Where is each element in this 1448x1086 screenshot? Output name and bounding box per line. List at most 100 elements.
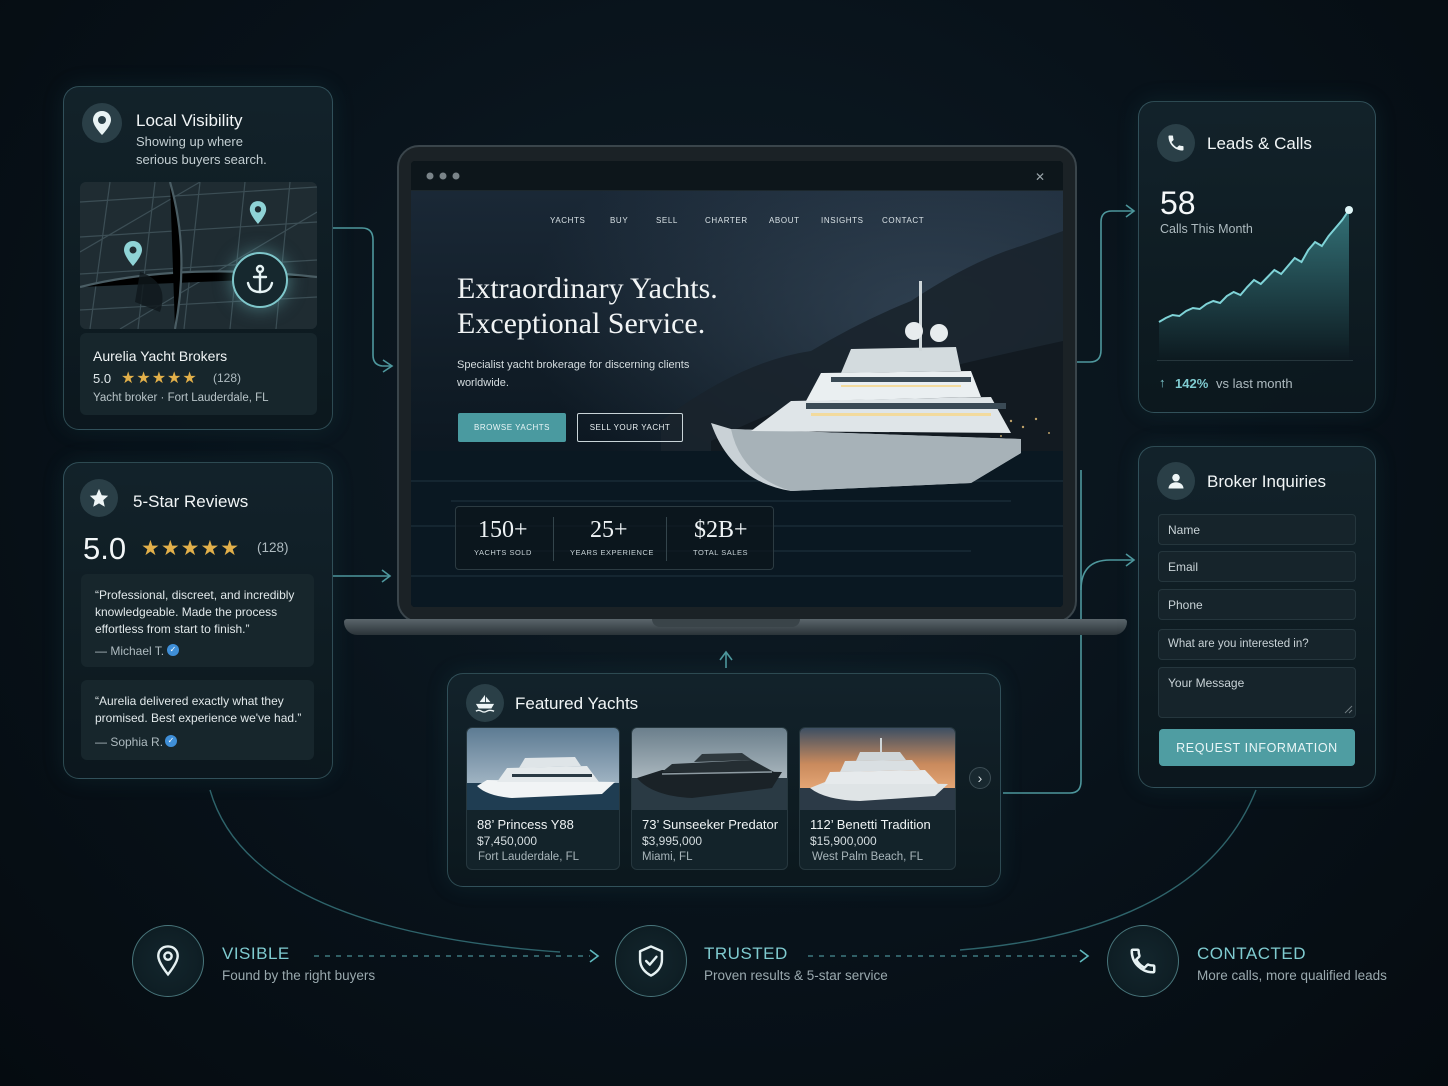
yacht-photo — [467, 728, 619, 810]
yacht-price: $15,900,000 — [810, 834, 877, 848]
yacht-listing[interactable]: 112’ Benetti Tradition $15,900,000 West … — [799, 727, 956, 870]
review-text-line: “Aurelia delivered exactly what they — [95, 694, 284, 708]
chevron-right-icon[interactable]: › — [969, 767, 991, 789]
yacht-location: West Palm Beach, FL — [812, 851, 923, 863]
stat-label: YACHTS SOLD — [474, 548, 532, 557]
browser-bar: ✕ — [411, 161, 1063, 191]
stat-label: YEARS EXPERIENCE — [570, 548, 654, 557]
business-rating: 5.0 — [93, 371, 112, 386]
chart-point — [1345, 206, 1353, 214]
business-name: Aurelia Yacht Brokers — [93, 348, 228, 364]
nav-about[interactable]: ABOUT — [769, 216, 800, 225]
local-visibility-title: Local Visibility — [136, 111, 243, 130]
nav-charter[interactable]: CHARTER — [705, 216, 748, 225]
review-text-line: effortless from start to finish.” — [95, 622, 250, 636]
close-icon[interactable]: ✕ — [1035, 170, 1045, 184]
request-information-button[interactable]: REQUEST INFORMATION — [1159, 729, 1355, 766]
interest-field[interactable]: What are you interested in? — [1158, 629, 1356, 660]
chart-area — [1159, 210, 1349, 360]
journey-subtitle: More calls, more qualified leads — [1197, 968, 1387, 983]
journey-title: VISIBLE — [222, 944, 290, 963]
leads-growth-label: vs last month — [1216, 376, 1293, 391]
journey-title: TRUSTED — [704, 944, 788, 963]
divider — [666, 517, 667, 561]
message-field[interactable]: Your Message — [1158, 667, 1356, 718]
yacht-location: Miami, FL — [642, 851, 693, 863]
yacht-listing[interactable]: 88’ Princess Y88 $7,450,000 Fort Lauderd… — [466, 727, 620, 870]
name-field[interactable]: Name — [1158, 514, 1356, 545]
reviews-title: 5-Star Reviews — [133, 492, 249, 511]
phone-field[interactable]: Phone — [1158, 589, 1356, 620]
nav-insights[interactable]: INSIGHTS — [821, 216, 864, 225]
resize-handle-icon[interactable] — [1344, 705, 1353, 714]
hero-headline-1: Extraordinary Yachts. — [457, 272, 718, 305]
nav-yachts[interactable]: YACHTS — [550, 216, 585, 225]
nav-sell[interactable]: SELL — [656, 216, 678, 225]
map-pin-icon — [82, 103, 122, 143]
verified-icon: ✓ — [165, 735, 177, 747]
user-icon — [1157, 462, 1195, 500]
reviews-card: 5-Star Reviews 5.0 ★★★★★ (128) “Professi… — [63, 462, 333, 779]
yacht-name: 73’ Sunseeker Predator — [642, 817, 779, 832]
reviews-rating: 5.0 — [83, 531, 127, 566]
stat-label: TOTAL SALES — [693, 548, 748, 557]
anchor-icon — [232, 252, 288, 308]
reviews-stars-icon: ★★★★★ — [141, 537, 241, 560]
yacht-photo — [800, 728, 955, 810]
local-visibility-subtitle-2: serious buyers search. — [136, 152, 267, 167]
featured-yachts-title: Featured Yachts — [515, 694, 639, 713]
browse-yachts-button[interactable]: BROWSE YACHTS — [458, 413, 566, 442]
hero-headline-2: Exceptional Service. — [457, 307, 706, 340]
journey-subtitle: Proven results & 5-star service — [704, 968, 888, 983]
map-pin-icon — [122, 240, 144, 268]
hero-sub-2: worldwide. — [457, 377, 509, 389]
inquiries-title: Broker Inquiries — [1207, 472, 1327, 491]
yacht-name: 112’ Benetti Tradition — [810, 817, 931, 832]
map-pin-icon — [132, 925, 204, 997]
business-category: Yacht broker · Fort Lauderdale, FL — [93, 392, 269, 404]
review-author: — Michael T. — [95, 644, 165, 658]
nav-contact[interactable]: CONTACT — [882, 216, 924, 225]
review-item: “Aurelia delivered exactly what they pro… — [81, 680, 314, 760]
window-dots-icon — [426, 172, 462, 180]
reviews-count: (128) — [257, 540, 289, 555]
verified-icon: ✓ — [167, 644, 179, 656]
nav-buy[interactable]: BUY — [610, 216, 628, 225]
yacht-location: Fort Lauderdale, FL — [478, 851, 580, 863]
phone-icon — [1157, 124, 1195, 162]
star-icon — [80, 479, 118, 517]
sell-your-yacht-button[interactable]: SELL YOUR YACHT — [577, 413, 683, 442]
journey-subtitle: Found by the right buyers — [222, 968, 376, 983]
yacht-photo — [632, 728, 787, 810]
leads-chart — [1158, 206, 1353, 360]
business-listing[interactable]: Aurelia Yacht Brokers 5.0 ★★★★★ (128) Ya… — [80, 333, 317, 415]
review-author: — Sophia R. — [95, 735, 164, 749]
phone-icon — [1107, 925, 1179, 997]
map-pin-icon — [248, 200, 268, 226]
ship-icon — [466, 684, 504, 722]
review-text-line: knowledgeable. Made the process — [95, 605, 278, 619]
star-rating-icon: ★★★★★ — [121, 370, 198, 387]
business-review-count: (128) — [213, 371, 242, 385]
hero-sub-1: Specialist yacht brokerage for discernin… — [457, 359, 690, 371]
shield-check-icon — [615, 925, 687, 997]
laptop-notch — [652, 619, 800, 627]
leads-growth: 142% — [1175, 376, 1209, 391]
review-item: “Professional, discreet, and incredibly … — [81, 574, 314, 667]
stat-value: 25+ — [590, 517, 628, 543]
yacht-name: 88’ Princess Y88 — [477, 817, 574, 832]
yacht-listing[interactable]: 73’ Sunseeker Predator $3,995,000 Miami,… — [631, 727, 788, 870]
leads-title: Leads & Calls — [1207, 134, 1312, 153]
map-preview[interactable] — [80, 182, 317, 329]
yacht-price: $3,995,000 — [642, 834, 703, 848]
local-visibility-card: Local Visibility Showing up where seriou… — [63, 86, 333, 430]
leads-card: Leads & Calls 58 Calls This Month ↑ 142%… — [1138, 101, 1376, 413]
stat-value: $2B+ — [694, 517, 748, 543]
review-text-line: “Professional, discreet, and incredibly — [95, 588, 295, 602]
divider — [553, 517, 554, 561]
email-field[interactable]: Email — [1158, 551, 1356, 582]
local-visibility-subtitle-1: Showing up where — [136, 134, 243, 149]
yacht-price: $7,450,000 — [477, 834, 538, 848]
stat-value: 150+ — [478, 517, 528, 543]
review-text-line: promised. Best experience we've had.” — [95, 711, 302, 725]
